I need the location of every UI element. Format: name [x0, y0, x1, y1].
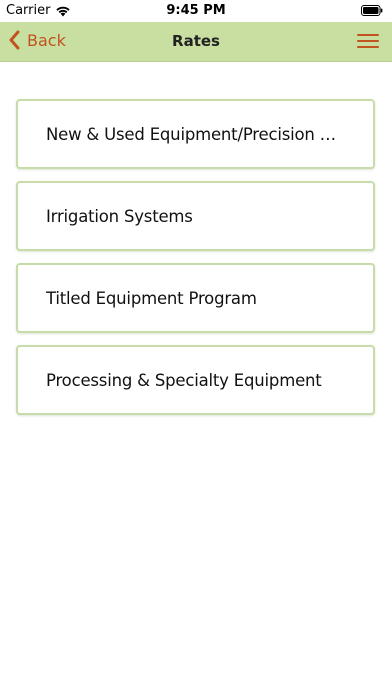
menu-icon-line-top	[357, 34, 379, 36]
menu-icon-line-middle	[357, 40, 379, 42]
navigation-bar: Back Rates	[0, 22, 392, 62]
rate-item-label: New & Used Equipment/Precision …	[46, 124, 336, 144]
status-time: 9:45 PM	[166, 3, 226, 18]
rate-item-processing-specialty[interactable]: Processing & Specialty Equipment	[16, 345, 375, 415]
rate-item-new-used-equipment[interactable]: New & Used Equipment/Precision …	[16, 99, 375, 169]
page-title: Rates	[172, 32, 220, 50]
rate-item-label: Processing & Specialty Equipment	[46, 370, 322, 390]
rate-item-titled-equipment[interactable]: Titled Equipment Program	[16, 263, 375, 333]
menu-icon-line-bottom	[357, 46, 379, 48]
hamburger-menu-button[interactable]	[357, 33, 379, 50]
rates-list: New & Used Equipment/Precision … Irrigat…	[16, 99, 375, 427]
rate-item-label: Irrigation Systems	[46, 206, 193, 226]
rate-item-label: Titled Equipment Program	[46, 288, 257, 308]
battery-icon	[361, 5, 383, 16]
status-bar: Carrier 9:45 PM	[0, 0, 392, 22]
rate-item-irrigation-systems[interactable]: Irrigation Systems	[16, 181, 375, 251]
